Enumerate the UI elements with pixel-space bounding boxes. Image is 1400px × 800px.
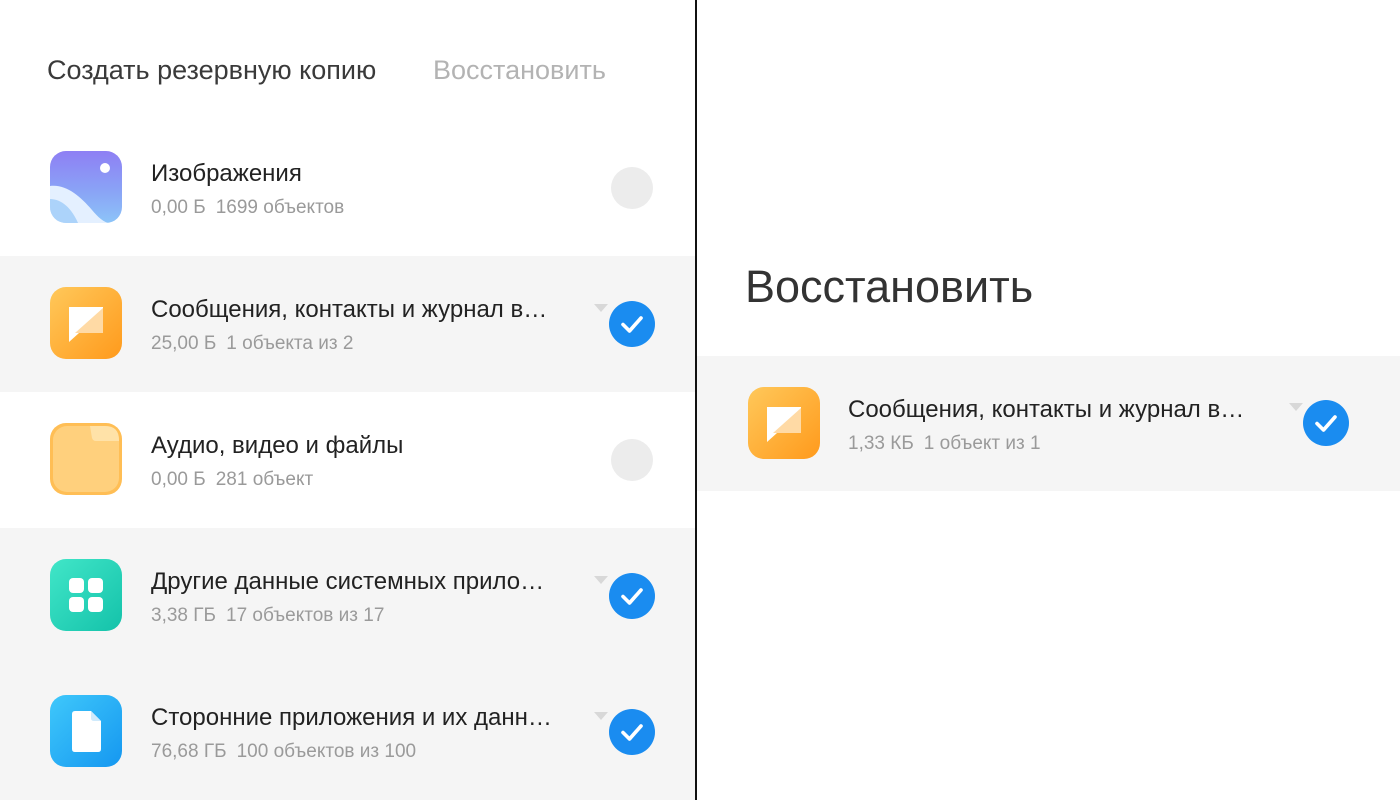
backup-panel: Создать резервную копию Восстановить Изо… (0, 0, 695, 800)
item-title: Аудио, видео и файлы (151, 432, 404, 459)
restore-item-messages[interactable]: Сообщения, контакты и журнал в… 1,33 КБ 1… (697, 356, 1400, 491)
item-title: Сообщения, контакты и журнал в… (848, 396, 1245, 423)
tab-create-backup[interactable]: Создать резервную копию (47, 54, 376, 86)
backup-item-audio-video-files[interactable]: Аудио, видео и файлы 0,00 Б 281 объект (0, 392, 695, 528)
item-subtitle: 0,00 Б 281 объект (151, 468, 313, 492)
backup-item-third-party-apps[interactable]: Сторонние приложения и их данн… 76,68 ГБ… (0, 664, 695, 800)
checkmark-icon (621, 724, 643, 741)
backup-item-images[interactable]: Изображения 0,00 Б 1699 объектов (0, 120, 695, 256)
item-subtitle: 1,33 КБ 1 объект из 1 (848, 432, 1041, 456)
item-count: 1699 объектов (215, 197, 345, 218)
backup-item-system-app-data[interactable]: Другие данные системных прило… 3,38 ГБ 17… (0, 528, 695, 664)
item-size: 3,38 ГБ (151, 605, 217, 626)
item-subtitle: 76,68 ГБ 100 объектов из 100 (151, 740, 416, 764)
item-count: 281 объект (215, 469, 314, 490)
item-count: 1 объекта из 2 (226, 333, 354, 354)
item-size: 1,33 КБ (848, 433, 914, 454)
item-size: 0,00 Б (151, 197, 206, 218)
item-title: Сторонние приложения и их данн… (151, 704, 552, 731)
item-count: 100 объектов из 100 (236, 741, 417, 762)
item-size: 76,68 ГБ (151, 741, 227, 762)
messages-icon (50, 287, 122, 359)
page-title: Восстановить (745, 261, 1034, 312)
item-count: 17 объектов из 17 (226, 605, 385, 626)
checkmark-icon (1315, 415, 1337, 432)
item-title: Другие данные системных прило… (151, 568, 545, 595)
select-checkbox[interactable] (1303, 400, 1349, 446)
expand-arrow-icon[interactable] (594, 304, 608, 312)
select-checkbox[interactable] (611, 439, 653, 481)
checkmark-icon (621, 316, 643, 333)
item-title: Сообщения, контакты и журнал в… (151, 296, 548, 323)
messages-icon (748, 387, 820, 459)
select-checkbox[interactable] (611, 167, 653, 209)
item-size: 0,00 Б (151, 469, 206, 490)
item-subtitle: 3,38 ГБ 17 объектов из 17 (151, 604, 384, 628)
item-title: Изображения (151, 160, 302, 187)
folder-icon (50, 423, 122, 495)
item-subtitle: 0,00 Б 1699 объектов (151, 196, 344, 220)
expand-arrow-icon[interactable] (594, 712, 608, 720)
tab-restore[interactable]: Восстановить (433, 54, 606, 86)
backup-item-messages[interactable]: Сообщения, контакты и журнал в… 25,00 Б 1… (0, 256, 695, 392)
restore-panel: Восстановить Сообщения, контакты и журна… (697, 0, 1400, 800)
checkmark-icon (621, 588, 643, 605)
item-subtitle: 25,00 Б 1 объекта из 2 (151, 332, 353, 356)
item-size: 25,00 Б (151, 333, 217, 354)
gallery-icon (50, 151, 122, 223)
select-checkbox[interactable] (609, 709, 655, 755)
expand-arrow-icon[interactable] (594, 576, 608, 584)
system-apps-grid-icon (50, 559, 122, 631)
item-count: 1 объект из 1 (923, 433, 1041, 454)
expand-arrow-icon[interactable] (1289, 403, 1303, 411)
select-checkbox[interactable] (609, 301, 655, 347)
app-document-icon (50, 695, 122, 767)
select-checkbox[interactable] (609, 573, 655, 619)
